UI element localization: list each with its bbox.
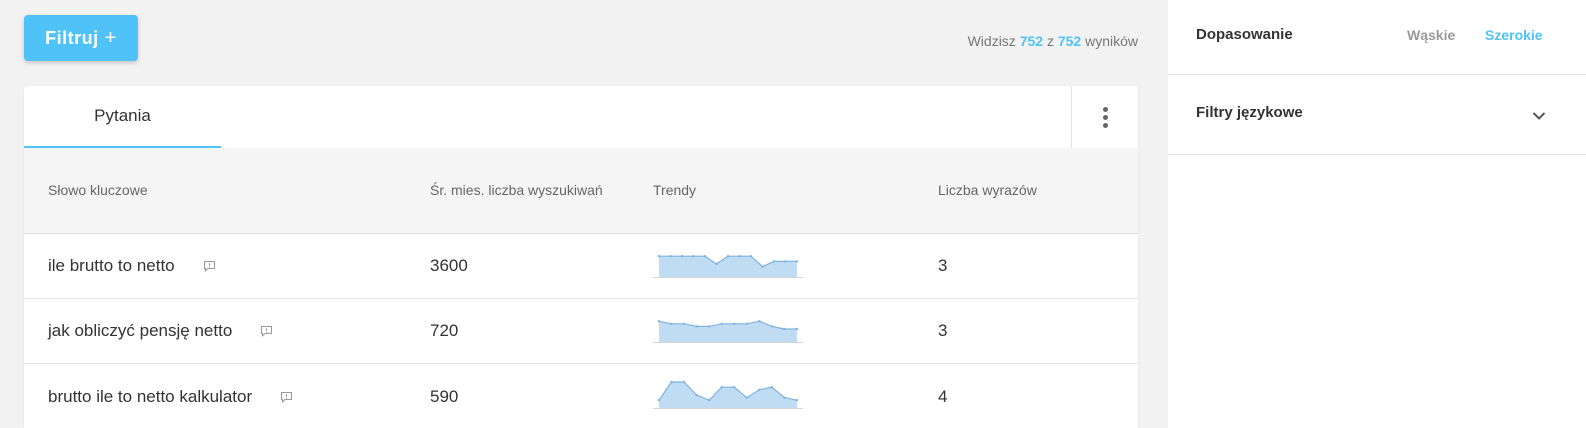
trend-point: [695, 393, 698, 397]
more-vertical-icon: [1102, 106, 1108, 128]
trend-point: [669, 255, 672, 258]
match-option-narrow[interactable]: Wąskie: [1407, 27, 1455, 43]
keyword-cell: ile brutto to netto: [48, 233, 216, 298]
more-menu-button[interactable]: [1071, 86, 1138, 148]
trend-point: [720, 386, 723, 389]
trend-area: [659, 256, 797, 277]
trend-point: [795, 327, 799, 331]
trend-point: [770, 386, 774, 389]
results-shown: 752: [1019, 33, 1044, 49]
header-word-count[interactable]: Liczba wyrazów: [938, 182, 1037, 198]
results-count: Widzisz 752 z 752 wyników: [968, 33, 1138, 49]
trend-sparkline: [653, 255, 803, 278]
trend-point: [670, 322, 673, 325]
trend-point: [795, 260, 799, 263]
trend-point: [657, 255, 661, 258]
tab-questions-label: Pytania: [94, 106, 151, 125]
trend-point: [738, 255, 741, 258]
trend-point: [745, 322, 748, 325]
feedback-icon[interactable]: [203, 260, 216, 272]
word-count-cell: 3: [938, 298, 947, 363]
tab-questions[interactable]: Pytania: [24, 86, 221, 148]
table-row[interactable]: jak obliczyć pensję netto 720 3: [24, 298, 1138, 364]
trend-point: [783, 396, 786, 399]
volume-value: 720: [430, 320, 459, 340]
trend-point: [720, 322, 723, 325]
trend-point: [758, 388, 761, 391]
trend-point: [784, 260, 787, 263]
trend-point: [695, 325, 698, 328]
word-count-value: 3: [938, 255, 948, 275]
results-sep: z: [1046, 33, 1054, 49]
word-count-cell: 4: [938, 364, 947, 428]
match-type-title: Dopasowanie: [1196, 26, 1293, 43]
trend-point: [703, 255, 707, 258]
word-count-cell: 3: [938, 233, 947, 298]
keyword-text[interactable]: jak obliczyć pensję netto: [48, 321, 232, 341]
trend-point: [733, 322, 736, 325]
filters-sidebar: Dopasowanie Wąskie Szerokie Filtry język…: [1168, 0, 1586, 428]
results-prefix: Widzisz: [967, 33, 1016, 49]
trend-point: [657, 320, 661, 323]
feedback-icon[interactable]: [280, 391, 293, 403]
trend-point: [783, 327, 786, 331]
volume-cell: 3600: [430, 233, 468, 298]
main-panel: Filtruj + Widzisz 752 z 752 wyników Pyta…: [0, 0, 1168, 428]
match-type-section: Dopasowanie Wąskie Szerokie: [1168, 0, 1586, 75]
trend-point: [682, 380, 686, 384]
trend-point: [657, 399, 661, 402]
language-filters-title: Filtry językowe: [1196, 104, 1303, 121]
trend-point: [745, 396, 748, 399]
trend-point: [680, 255, 684, 258]
trend-point: [772, 260, 776, 263]
word-count-value: 3: [938, 320, 948, 340]
keyword-text[interactable]: ile brutto to netto: [48, 256, 175, 276]
trend-sparkline: [653, 320, 803, 343]
header-trends: Trendy: [653, 182, 697, 198]
trend-point: [692, 255, 695, 258]
volume-cell: 720: [430, 298, 458, 363]
word-count-value: 4: [938, 386, 948, 406]
header-keyword[interactable]: Słowo kluczowe: [48, 182, 148, 198]
language-filters-section[interactable]: Filtry językowe: [1168, 75, 1586, 155]
keyword-text[interactable]: brutto ile to netto kalkulator: [48, 387, 252, 407]
trend-point: [749, 255, 753, 258]
header-volume[interactable]: Śr. mies. liczba wyszukiwań: [430, 182, 603, 198]
table-row[interactable]: ile brutto to netto 3600 3: [24, 233, 1138, 299]
trend-point: [761, 265, 764, 268]
trend-point: [795, 399, 799, 402]
volume-value: 590: [430, 386, 459, 406]
tab-bar: Pytania: [24, 86, 1138, 149]
volume-cell: 590: [430, 364, 458, 428]
filter-button[interactable]: Filtruj +: [24, 15, 138, 61]
trend-point: [708, 399, 711, 402]
filter-button-label: Filtruj: [45, 27, 99, 48]
trend-point: [733, 386, 736, 389]
trend-point: [670, 380, 673, 384]
results-total: 752: [1057, 33, 1082, 49]
keywords-card: Pytania Słowo kluczowe Śr. mies. liczba …: [24, 86, 1138, 428]
trend-point: [726, 255, 730, 258]
chevron-down-icon: [1532, 112, 1546, 120]
trend-point: [715, 262, 718, 266]
keyword-cell: brutto ile to netto kalkulator: [48, 364, 293, 428]
trend-point: [770, 325, 774, 328]
trend-point: [708, 325, 711, 328]
trend-point: [758, 320, 761, 323]
trend-area: [659, 382, 797, 408]
volume-value: 3600: [430, 255, 468, 275]
table-row[interactable]: brutto ile to netto kalkulator 590 4: [24, 364, 1138, 428]
feedback-icon[interactable]: [260, 325, 273, 337]
trend-sparkline: [653, 380, 803, 409]
trend-point: [682, 322, 686, 325]
keyword-cell: jak obliczyć pensję netto: [48, 298, 273, 363]
match-option-broad[interactable]: Szerokie: [1485, 27, 1543, 43]
table-header: Słowo kluczowe Śr. mies. liczba wyszukiw…: [24, 148, 1138, 234]
results-suffix: wyników: [1085, 33, 1138, 49]
plus-icon: +: [104, 26, 117, 49]
